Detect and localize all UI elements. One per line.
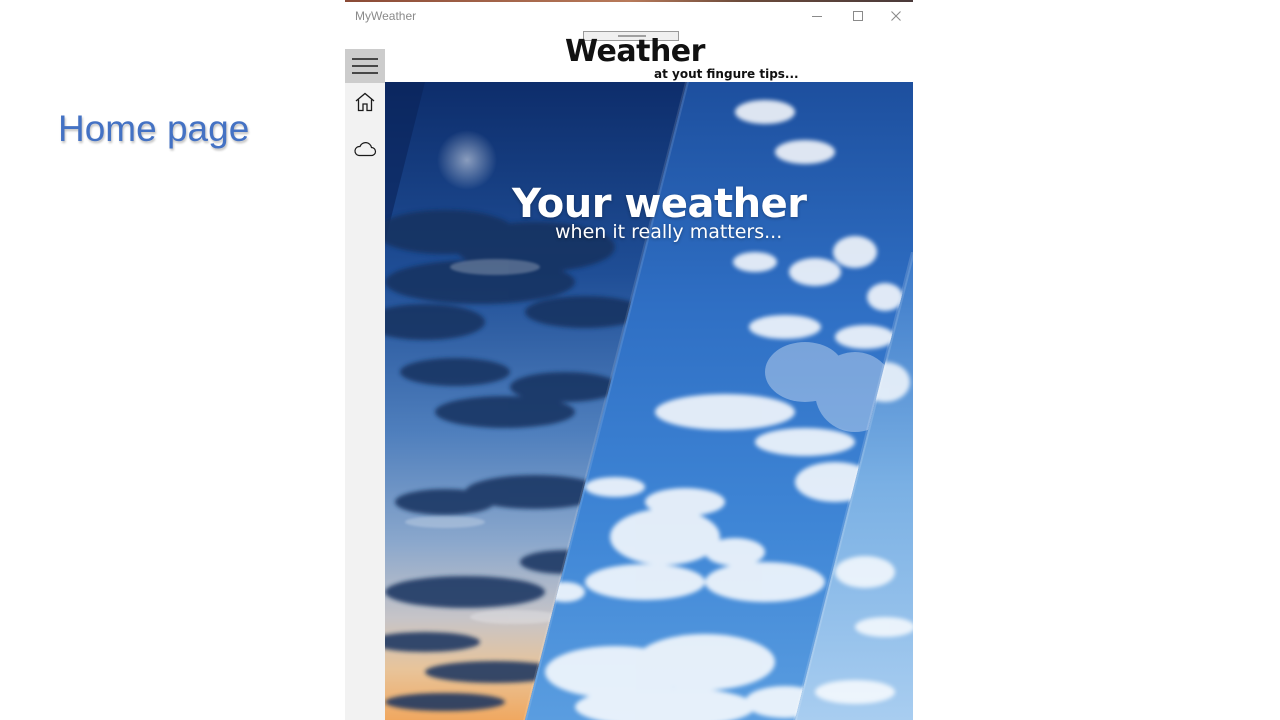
hero-sky-art: [385, 82, 913, 720]
hero-headline: Your weather: [512, 181, 807, 227]
maximize-icon: [853, 11, 863, 21]
hero-banner: Your weather when it really matters...: [385, 82, 913, 720]
cloud-icon: [354, 142, 377, 157]
window-titlebar[interactable]: MyWeather: [345, 2, 913, 32]
brand-tagline: at yout fingure tips...: [654, 67, 799, 81]
minimize-icon: [812, 16, 822, 17]
nav-item-home[interactable]: [345, 85, 385, 119]
nav-item-weather[interactable]: [345, 132, 385, 166]
hamburger-menu-icon: [352, 58, 378, 74]
home-icon: [355, 92, 375, 112]
hero-subline: when it really matters...: [555, 221, 783, 243]
app-window: MyWeather Weather at yout fingure tips..…: [345, 0, 913, 720]
brand-title: Weather: [565, 34, 705, 69]
slide: Home page MyWeather Weather at yout fing…: [0, 0, 1280, 720]
close-button[interactable]: [878, 2, 913, 30]
window-title: MyWeather: [355, 9, 417, 23]
nav-rail: [345, 49, 385, 720]
app-header: Weather at yout fingure tips...: [345, 30, 913, 82]
minimize-button[interactable]: [796, 2, 838, 30]
hamburger-menu-button[interactable]: [345, 49, 385, 83]
close-icon: [890, 11, 901, 21]
slide-caption: Home page: [58, 108, 250, 149]
maximize-button[interactable]: [837, 2, 879, 30]
